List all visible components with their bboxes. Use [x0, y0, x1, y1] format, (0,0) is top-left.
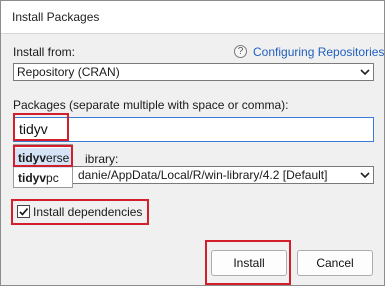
autocomplete-rest-text: pc: [46, 171, 59, 185]
packages-label: Packages (separate multiple with space o…: [13, 98, 289, 112]
install-packages-dialog: Install Packages Install from: ? Configu…: [0, 0, 385, 286]
packages-input-value: tidyv: [19, 121, 48, 137]
autocomplete-item-tidyverse[interactable]: tidyverse: [14, 148, 72, 168]
install-from-select[interactable]: Repository (CRAN): [13, 63, 374, 81]
chevron-down-icon: [360, 172, 370, 179]
packages-input[interactable]: tidyv: [13, 117, 374, 142]
install-to-library-label: ibrary:: [85, 152, 119, 166]
chevron-down-icon: [360, 69, 370, 76]
install-dependencies-checkbox[interactable]: [17, 205, 30, 218]
install-dependencies-label: Install dependencies: [33, 205, 143, 219]
install-from-label: Install from:: [13, 45, 76, 59]
autocomplete-rest-text: erse: [46, 151, 70, 165]
configuring-repositories-link[interactable]: Configuring Repositories: [253, 45, 384, 59]
autocomplete-match-text: tidyv: [18, 151, 47, 165]
autocomplete-item-tidyvpc[interactable]: tidyvpc: [14, 168, 72, 188]
dialog-title: Install Packages: [12, 10, 100, 24]
install-button[interactable]: Install: [211, 250, 287, 276]
library-value: danie/AppData/Local/R/win-library/4.2 [D…: [78, 168, 328, 182]
check-icon: [19, 207, 29, 216]
autocomplete-match-text: tidyv: [18, 171, 47, 185]
autocomplete-popup: tidyverse tidyvpc: [13, 144, 73, 188]
cancel-button[interactable]: Cancel: [297, 250, 373, 276]
help-icon[interactable]: ?: [234, 45, 247, 58]
install-from-value: Repository (CRAN): [17, 65, 120, 79]
title-bar: Install Packages: [1, 1, 384, 34]
